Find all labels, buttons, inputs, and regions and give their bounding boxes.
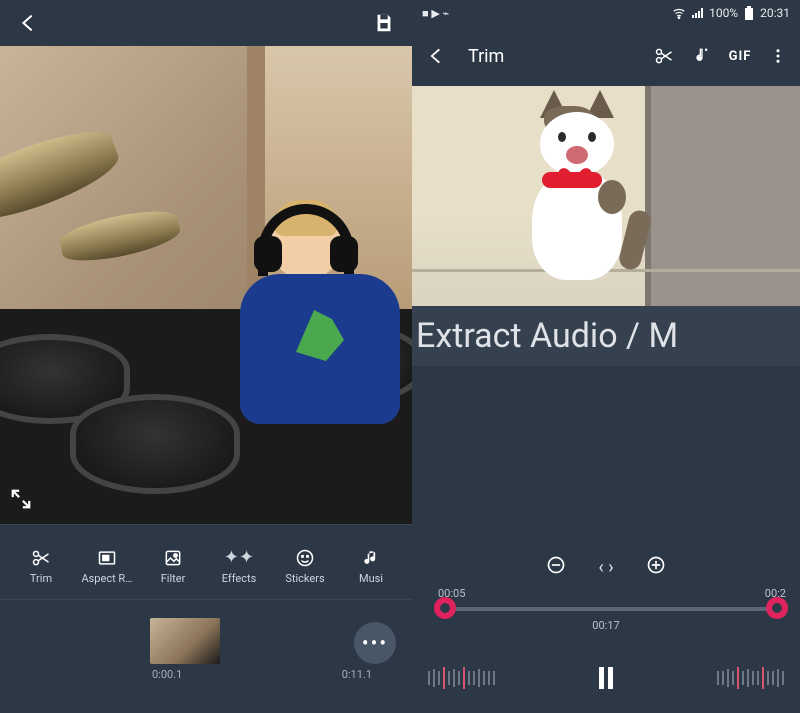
trim-handle-start[interactable] (434, 597, 456, 619)
gif-export-action[interactable]: GIF (728, 49, 752, 64)
playback-row (412, 643, 800, 713)
tool-stickers[interactable]: Stickers (272, 548, 338, 585)
overflow-menu[interactable] (766, 47, 790, 65)
back-button[interactable] (14, 9, 42, 37)
tool-row: Trim Aspect R… Filter ✦✦ Effects Sticker… (0, 524, 412, 600)
wifi-icon (672, 6, 686, 20)
tool-effects-label: Effects (222, 572, 257, 585)
back-button[interactable] (422, 42, 450, 70)
tool-trim-label: Trim (30, 572, 52, 585)
tool-aspect-label: Aspect R… (81, 572, 132, 585)
tool-filter-label: Filter (161, 572, 186, 585)
signal-icon (692, 8, 703, 18)
editor-right-pane: ■ ▶ ⌁ 100% 20:31 Trim GIF (412, 0, 800, 713)
more-button[interactable]: ••• (354, 622, 396, 664)
clip-thumbnail[interactable] (150, 618, 220, 664)
fullscreen-icon[interactable] (10, 488, 32, 514)
trim-handle-end[interactable] (766, 597, 788, 619)
left-header (0, 0, 412, 46)
tool-aspect[interactable]: Aspect R… (74, 548, 140, 585)
trim-action[interactable] (652, 46, 676, 66)
video-preview[interactable] (412, 86, 800, 306)
add-music-action[interactable] (690, 46, 714, 66)
battery-icon (744, 6, 754, 20)
editor-left-pane: Trim Aspect R… Filter ✦✦ Effects Sticker… (0, 0, 412, 713)
tool-music[interactable]: Musi (338, 548, 404, 585)
status-left-icons: ■ ▶ ⌁ (422, 7, 449, 20)
page-title: Trim (468, 46, 638, 67)
zoom-controls: ‹ › (412, 547, 800, 587)
zoom-fit-button[interactable]: ‹ › (594, 557, 618, 578)
trim-slider[interactable]: 00:05 00:2 00:17 (412, 587, 800, 643)
tool-trim[interactable]: Trim (8, 548, 74, 585)
tool-stickers-label: Stickers (285, 572, 324, 585)
trim-track (442, 607, 770, 611)
preview-subject (532, 170, 622, 280)
zoom-in-button[interactable] (644, 555, 668, 580)
pause-button[interactable] (599, 667, 613, 689)
sparkle-icon: ✦✦ (229, 548, 249, 568)
battery-percent: 100% (709, 6, 738, 20)
playhead-time: 00:17 (592, 619, 619, 632)
timeline[interactable]: 0:00.1 0:11.1 ••• (0, 600, 412, 710)
tool-music-label: Musi (359, 572, 383, 585)
right-header: Trim GIF (412, 32, 800, 80)
frame-ticks-right[interactable] (717, 663, 784, 693)
tool-effects[interactable]: ✦✦ Effects (206, 548, 272, 585)
save-button[interactable] (370, 9, 398, 37)
status-bar: ■ ▶ ⌁ 100% 20:31 (412, 0, 800, 26)
clock: 20:31 (760, 6, 790, 20)
preview-content (0, 46, 412, 524)
video-preview[interactable] (0, 46, 412, 524)
tool-filter[interactable]: Filter (140, 548, 206, 585)
zoom-out-button[interactable] (544, 555, 568, 580)
feature-title-overlay: Extract Audio / M (412, 306, 800, 366)
preview-bg (645, 86, 800, 306)
frame-ticks-left[interactable] (428, 663, 495, 693)
clip-end-time: 0:11.1 (342, 668, 372, 681)
clip-start-time: 0:00.1 (152, 668, 182, 681)
